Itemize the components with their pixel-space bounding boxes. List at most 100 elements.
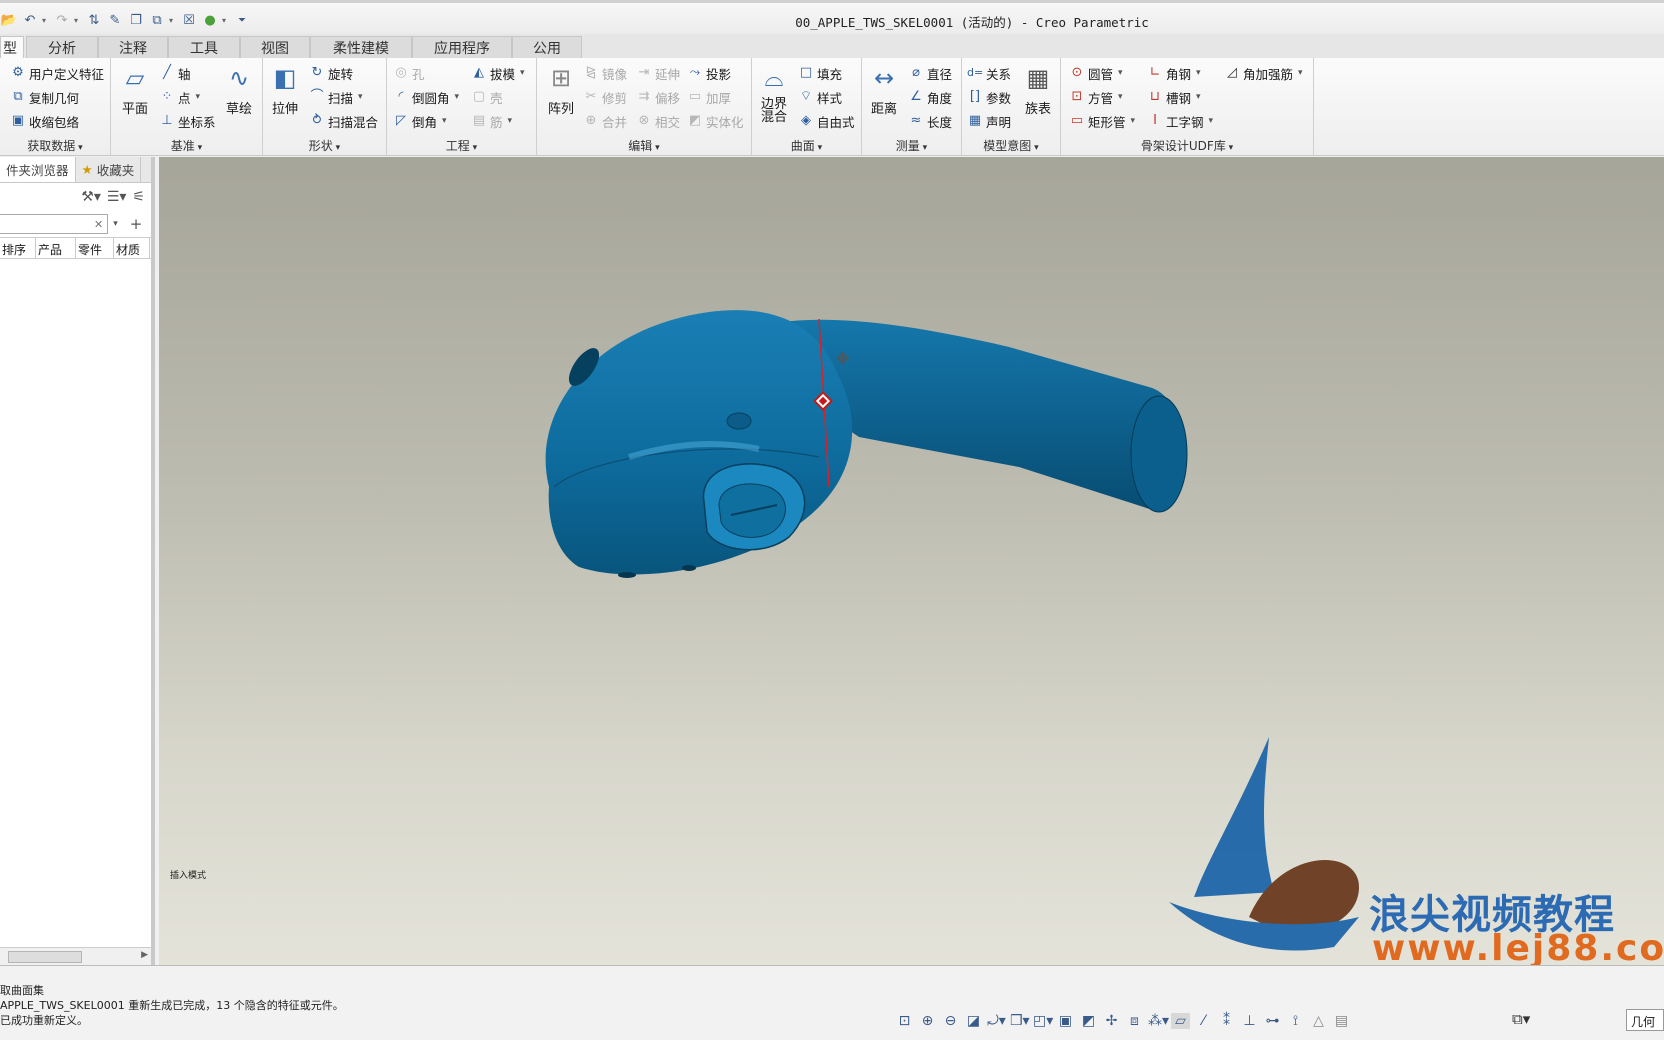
axis-display-icon[interactable]: ⁄ bbox=[1194, 1013, 1213, 1029]
spin-display-icon[interactable]: ⟟ bbox=[1286, 1013, 1305, 1029]
zoom-out-icon[interactable]: ⊖ bbox=[941, 1013, 960, 1029]
angle-steel-button[interactable]: ∟ 角钢 ▾ bbox=[1147, 63, 1201, 83]
zoom-in-icon[interactable]: ⊕ bbox=[918, 1013, 937, 1029]
point-button[interactable]: ⁘ 点 ▾ bbox=[159, 87, 201, 107]
tree-filter-icon[interactable]: ⚟ bbox=[132, 189, 145, 205]
selection-filter[interactable]: 几何 bbox=[1626, 1009, 1664, 1031]
square-tube-dropdown-icon[interactable]: ▾ bbox=[1118, 92, 1123, 102]
sweep-button[interactable]: ⌒ 扫描 ▾ bbox=[309, 87, 363, 107]
tab-favorites[interactable]: ★ 收藏夹 bbox=[76, 157, 142, 182]
gusset-dropdown-icon[interactable]: ▾ bbox=[1298, 68, 1303, 78]
tab-view[interactable]: 视图 bbox=[240, 36, 310, 58]
chamfer-dropdown-icon[interactable]: ▾ bbox=[442, 116, 447, 126]
shrinkwrap-button[interactable]: ▣ 收缩包络 bbox=[10, 111, 79, 131]
angle-steel-dropdown-icon[interactable]: ▾ bbox=[1196, 68, 1201, 78]
swept-blend-button[interactable]: ⥁ 扫描混合 bbox=[309, 111, 378, 131]
rib-dropdown-icon[interactable]: ▾ bbox=[508, 116, 513, 126]
graphics-viewport[interactable]: ✥ 插入模式 浪尖视频教程 www.lej88.co bbox=[159, 157, 1664, 965]
tag-display-icon[interactable]: ⊶ bbox=[1263, 1013, 1282, 1029]
trim-button[interactable]: ✂ 修剪 bbox=[583, 87, 627, 107]
extend-button[interactable]: ⇥ 延伸 bbox=[636, 63, 680, 83]
i-beam-dropdown-icon[interactable]: ▾ bbox=[1209, 116, 1214, 126]
annotation-display-icon[interactable]: ▤ bbox=[1332, 1013, 1351, 1029]
square-tube-button[interactable]: ⊡ 方管 ▾ bbox=[1069, 87, 1123, 107]
relations-button[interactable]: d= 关系 bbox=[967, 63, 1011, 83]
spin-center-icon[interactable]: ✢ bbox=[1102, 1013, 1121, 1029]
filter-dropdown-icon[interactable]: ▾ bbox=[113, 219, 118, 229]
tab-applications[interactable]: 应用程序 bbox=[412, 36, 512, 58]
draft-dropdown-icon[interactable]: ▾ bbox=[520, 68, 525, 78]
thicken-button[interactable]: ▭ 加厚 bbox=[687, 87, 731, 107]
angle-button[interactable]: ∠ 角度 bbox=[908, 87, 952, 107]
column-sort[interactable]: 排序 bbox=[0, 238, 36, 258]
i-beam-button[interactable]: I 工字钢 ▾ bbox=[1147, 111, 1213, 131]
rib-button[interactable]: ▤ 筋 ▾ bbox=[471, 111, 512, 131]
tab-annotate[interactable]: 注释 bbox=[98, 36, 168, 58]
group-label-model-intent[interactable]: 模型意图 bbox=[962, 137, 1060, 154]
group-label-datum[interactable]: 基准 bbox=[111, 137, 262, 154]
boundary-blend-button[interactable]: ⌓ 边界 混合 bbox=[754, 62, 794, 125]
parameters-button[interactable]: [] 参数 bbox=[967, 87, 1011, 107]
mirror-button[interactable]: ⧎ 镜像 bbox=[583, 63, 627, 83]
extrude-button[interactable]: ◧ 拉伸 bbox=[265, 62, 305, 117]
earbud-model[interactable] bbox=[545, 310, 1188, 578]
section-icon[interactable]: ◩ bbox=[1079, 1013, 1098, 1029]
channel-steel-button[interactable]: ⊔ 槽钢 ▾ bbox=[1147, 87, 1201, 107]
tab-analysis[interactable]: 分析 bbox=[26, 36, 98, 58]
hole-button[interactable]: ◎ 孔 bbox=[393, 63, 424, 83]
csys-button[interactable]: ⊥ 坐标系 bbox=[159, 111, 215, 131]
distance-button[interactable]: ↔ 距离 bbox=[864, 62, 904, 117]
shell-button[interactable]: ▢ 壳 bbox=[471, 87, 503, 107]
sweep-dropdown-icon[interactable]: ▾ bbox=[358, 92, 363, 102]
intersect-button[interactable]: ⊗ 相交 bbox=[636, 111, 680, 131]
round-tube-dropdown-icon[interactable]: ▾ bbox=[1118, 68, 1123, 78]
group-label-surfaces[interactable]: 曲面 bbox=[752, 137, 861, 154]
diameter-button[interactable]: ⌀ 直径 bbox=[908, 63, 952, 83]
group-label-measure[interactable]: 测量 bbox=[862, 137, 961, 154]
tab-folder-browser[interactable]: 件夹浏览器 bbox=[0, 157, 76, 182]
freestyle-button[interactable]: ◈ 自由式 bbox=[798, 111, 855, 131]
tab-flexible-modeling[interactable]: 柔性建模 bbox=[310, 36, 412, 58]
draft-button[interactable]: ◭ 拔模 ▾ bbox=[471, 63, 525, 83]
group-label-shapes[interactable]: 形状 bbox=[263, 137, 386, 154]
column-product[interactable]: 产品 bbox=[36, 238, 76, 258]
group-label-get-data[interactable]: 获取数据 bbox=[0, 137, 110, 154]
annotation-icon[interactable]: ⧈ bbox=[1125, 1013, 1144, 1029]
group-label-editing[interactable]: 编辑 bbox=[537, 137, 751, 154]
repaint-icon[interactable]: ◪ bbox=[964, 1013, 983, 1029]
clear-filter-icon[interactable]: ✕ bbox=[94, 218, 103, 231]
add-column-icon[interactable]: + bbox=[130, 215, 143, 233]
sketch-button[interactable]: ∿ 草绘 bbox=[219, 62, 259, 117]
fill-button[interactable]: □ 填充 bbox=[798, 63, 842, 83]
column-part[interactable]: 零件 bbox=[76, 238, 114, 258]
tree-settings-icon[interactable]: ⚒▾ bbox=[81, 189, 101, 205]
scroll-right-icon[interactable]: ▶ bbox=[141, 950, 148, 960]
datum-display-icon[interactable]: ⁂▾ bbox=[1148, 1013, 1169, 1029]
scrollbar-thumb[interactable] bbox=[8, 951, 82, 963]
channel-steel-dropdown-icon[interactable]: ▾ bbox=[1196, 92, 1201, 102]
merge-button[interactable]: ⊕ 合并 bbox=[583, 111, 627, 131]
axis-button[interactable]: ╱ 轴 bbox=[159, 63, 190, 83]
length-button[interactable]: ≈ 长度 bbox=[908, 111, 952, 131]
copy-geometry-button[interactable]: ⧉ 复制几何 bbox=[10, 87, 79, 107]
project-button[interactable]: ⤳ 投影 bbox=[687, 63, 731, 83]
tab-model[interactable]: 型 bbox=[0, 36, 24, 59]
plane-button[interactable]: ▱ 平面 bbox=[115, 62, 155, 117]
family-table-button[interactable]: ▦ 族表 bbox=[1018, 62, 1058, 117]
style-button[interactable]: ⌔ 样式 bbox=[798, 87, 842, 107]
find-icon[interactable]: ⧉▾ bbox=[1512, 1010, 1530, 1028]
warning-icon[interactable]: △ bbox=[1309, 1013, 1328, 1029]
group-label-engineering[interactable]: 工程 bbox=[387, 137, 536, 154]
rect-tube-dropdown-icon[interactable]: ▾ bbox=[1131, 116, 1136, 126]
tab-tools[interactable]: 工具 bbox=[168, 36, 240, 58]
round-dropdown-icon[interactable]: ▾ bbox=[455, 92, 460, 102]
tree-display-icon[interactable]: ☰▾ bbox=[107, 189, 127, 205]
view-orient-icon[interactable]: ⤾▾ bbox=[987, 1013, 1006, 1029]
tree-search-input[interactable] bbox=[0, 214, 108, 234]
tab-utilities[interactable]: 公用 bbox=[512, 36, 582, 58]
point-display-icon[interactable]: ⁑ bbox=[1217, 1013, 1236, 1029]
chamfer-button[interactable]: ◸ 倒角 ▾ bbox=[393, 111, 447, 131]
csys-display-icon[interactable]: ⊥ bbox=[1240, 1013, 1259, 1029]
revolve-button[interactable]: ↻ 旋转 bbox=[309, 63, 353, 83]
round-tube-button[interactable]: ⊙ 圆管 ▾ bbox=[1069, 63, 1123, 83]
